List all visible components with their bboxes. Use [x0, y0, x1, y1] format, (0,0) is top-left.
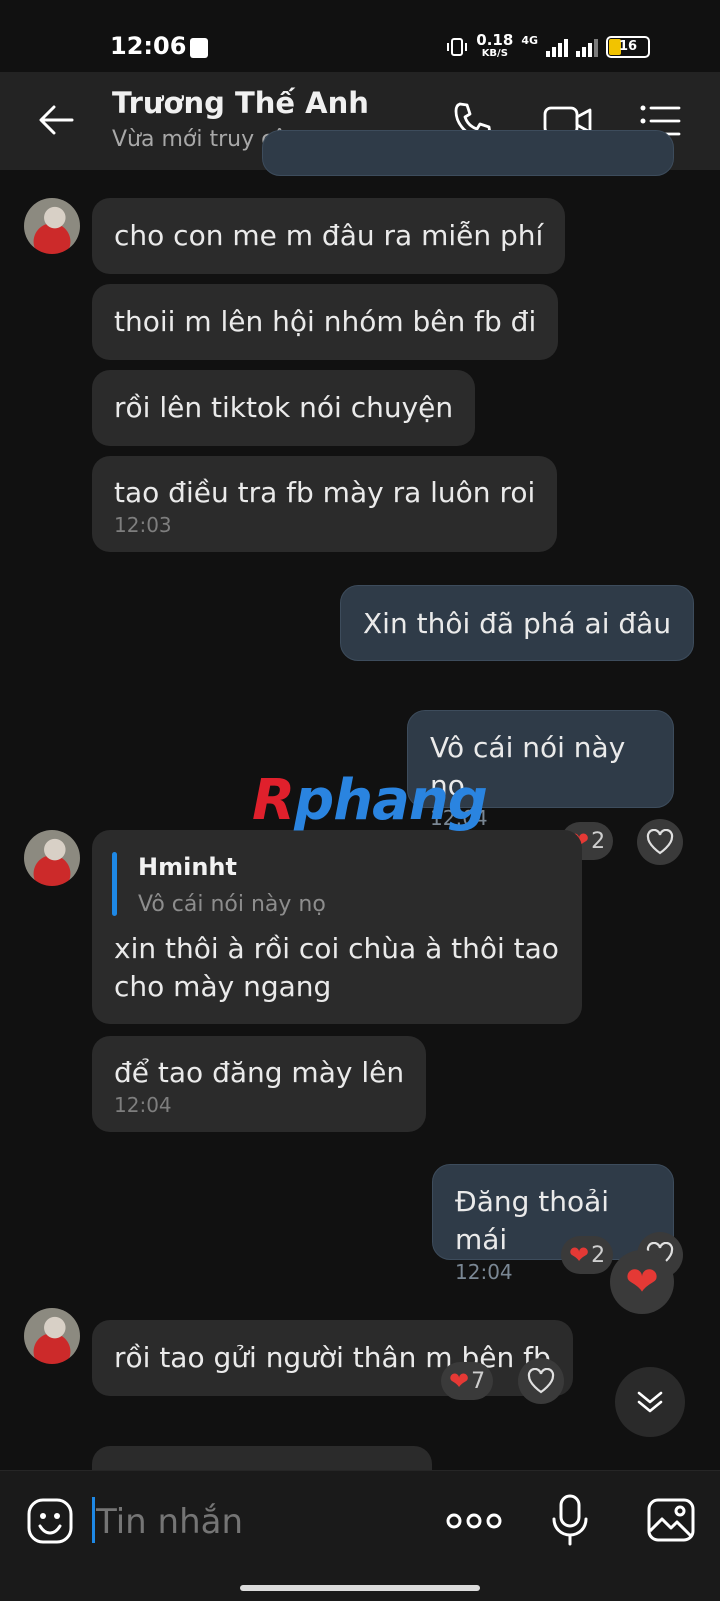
contact-name[interactable]: Trương Thế Anh	[112, 86, 369, 120]
vibrate-icon	[447, 38, 468, 56]
message-bubble-partial[interactable]	[262, 130, 674, 176]
reaction-count: 2	[591, 828, 606, 854]
message-bubble[interactable]: cho con me m đâu ra miễn phí	[92, 198, 566, 274]
scroll-to-bottom-button[interactable]	[615, 1367, 685, 1437]
message-bubble[interactable]: rồi lên tiktok nói chuyện	[92, 370, 476, 446]
watermark-text: phang	[294, 768, 488, 833]
heart-reaction-icon: ❤	[569, 1241, 590, 1269]
network-type: 4G	[521, 34, 538, 47]
message-bubble-outgoing[interactable]: Xin thôi đã phá ai đâu	[340, 585, 695, 661]
message-text: tao điều tra fb mày ra luôn roi	[114, 476, 536, 509]
double-chevron-down-icon	[637, 1391, 663, 1413]
status-icons: 0.18 KB/S 4G 16	[446, 31, 650, 60]
message-text-line2: cho mày ngang	[114, 970, 332, 1003]
contact-avatar[interactable]	[24, 198, 80, 254]
reply-indicator	[112, 852, 117, 916]
heart-filled-icon: ❤	[625, 1259, 659, 1305]
watermark-logo: Rphang	[252, 768, 488, 833]
message-text: thoii m lên hội nhóm bên fb đi	[114, 305, 537, 338]
message-input[interactable]	[94, 1501, 398, 1543]
message-bubble[interactable]: rồi tao gửi người thân m bên fb	[92, 1320, 573, 1396]
reaction-count: 2	[591, 1242, 606, 1268]
message-composer	[0, 1470, 720, 1601]
message-text: Xin thôi đã phá ai đâu	[363, 607, 672, 640]
reaction-badge[interactable]: ❤ 7	[441, 1362, 494, 1400]
microphone-icon[interactable]	[550, 1493, 590, 1547]
net-speed: 0.18	[476, 31, 514, 49]
image-gallery-icon[interactable]	[646, 1497, 696, 1543]
battery-level: 16	[618, 39, 638, 54]
like-button[interactable]	[518, 1358, 564, 1404]
reaction-animation-heart: ❤	[610, 1250, 674, 1314]
message-text: cho con me m đâu ra miễn phí	[114, 219, 544, 252]
message-text: để tao đăng mày lên	[114, 1056, 405, 1089]
net-unit: KB/S	[481, 48, 508, 59]
status-time: 12:06	[110, 32, 187, 60]
reaction-count: 7	[471, 1368, 486, 1394]
watermark-letter: R	[252, 768, 295, 833]
home-indicator	[240, 1585, 480, 1591]
message-text-line1: xin thôi à rồi coi chùa à thôi tao	[114, 932, 559, 965]
message-bubble[interactable]: để tao đăng mày lên 12:04	[92, 1036, 427, 1132]
contact-avatar[interactable]	[24, 830, 80, 886]
reaction-badge[interactable]: ❤ 2	[561, 1236, 614, 1274]
heart-reaction-icon: ❤	[449, 1367, 470, 1395]
reply-sender: Hminht	[138, 853, 237, 881]
sticker-emoji-icon[interactable]	[26, 1497, 74, 1545]
signal-icon-2	[576, 37, 598, 57]
reply-quote: Vô cái nói này nọ	[138, 892, 326, 917]
message-bubble-reply[interactable]: Hminht Vô cái nói này nọ xin thôi à rồi …	[92, 830, 582, 1024]
signal-icon	[546, 37, 568, 57]
heart-outline-icon	[646, 829, 674, 855]
status-bar: 12:06 0.18 KB/S 4G 16	[0, 0, 720, 72]
message-bubble[interactable]: thoii m lên hội nhóm bên fb đi	[92, 284, 559, 360]
heart-outline-icon	[527, 1368, 555, 1394]
battery-icon: 16	[606, 36, 650, 58]
message-time: 12:04	[114, 1093, 172, 1117]
message-time: 12:03	[114, 513, 172, 537]
more-options-icon[interactable]	[444, 1501, 504, 1541]
back-arrow-icon[interactable]	[36, 100, 76, 140]
shopping-bag-icon	[190, 38, 208, 58]
contact-avatar[interactable]	[24, 1308, 80, 1364]
message-bubble[interactable]: tao điều tra fb mày ra luôn roi 12:03	[92, 456, 558, 552]
message-text: Đăng thoải mái	[455, 1185, 610, 1256]
message-text: rồi lên tiktok nói chuyện	[114, 391, 454, 424]
